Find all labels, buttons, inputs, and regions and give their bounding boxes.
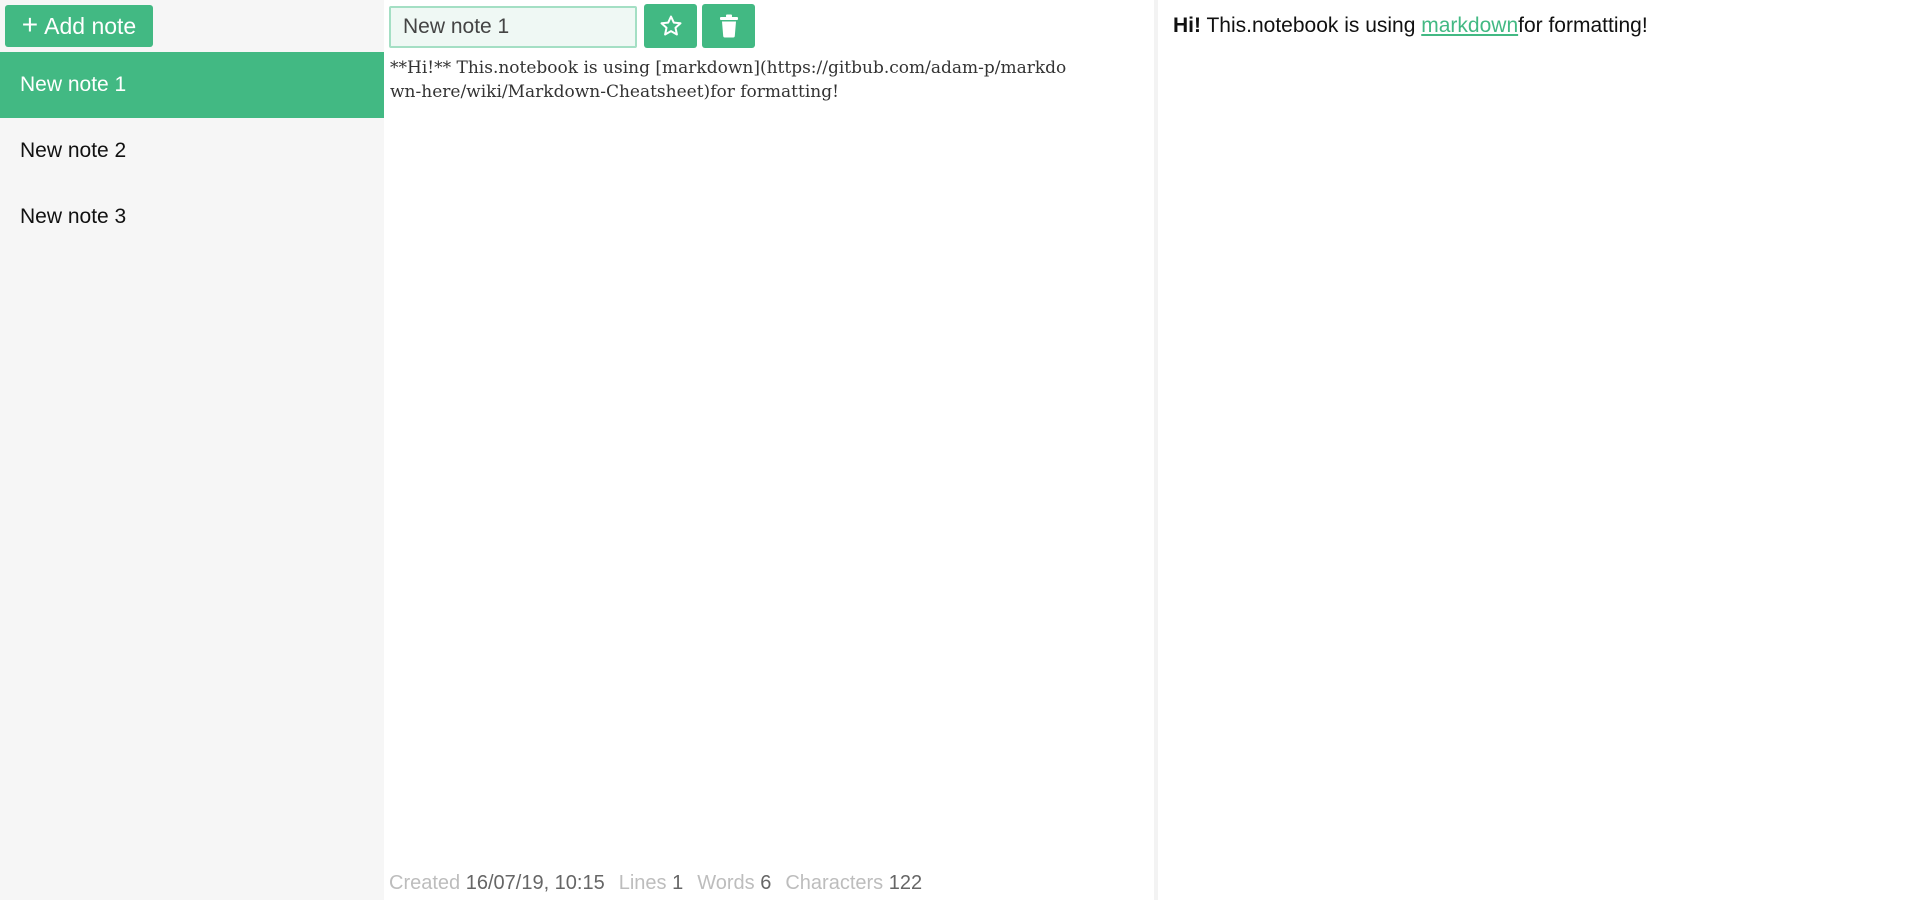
trash-icon — [719, 14, 738, 38]
star-outline-icon — [660, 15, 681, 36]
status-characters: Characters 122 — [785, 872, 922, 895]
notebook-app: + Add note New note 1 New note 2 New not… — [0, 0, 1917, 900]
plus-icon: + — [21, 8, 39, 40]
lines-label: Lines — [618, 872, 667, 894]
preview-bold-text: Hi! — [1173, 14, 1201, 37]
note-item-label: New note 2 — [20, 139, 127, 162]
preview-text-end: for formatting! — [1518, 14, 1648, 37]
delete-button[interactable] — [702, 4, 755, 48]
status-words: Words 6 — [697, 872, 771, 895]
add-note-label: Add note — [44, 12, 137, 39]
editor-pane: **Hi!** This.notebook is using [markdown… — [384, 0, 1154, 900]
markdown-link[interactable]: markdown — [1421, 14, 1518, 37]
status-created: Created 16/07/19, 10:15 — [389, 872, 605, 895]
note-item-label: New note 1 — [20, 73, 127, 96]
preview-text: This.notebook is using — [1201, 14, 1422, 37]
created-label: Created — [389, 872, 461, 894]
status-bar: Created 16/07/19, 10:15 Lines 1 Words 6 … — [389, 872, 922, 895]
note-item-label: New note 3 — [20, 205, 127, 228]
created-value: 16/07/19, 10:15 — [465, 872, 605, 894]
markdown-editor[interactable]: **Hi!** This.notebook is using [markdown… — [390, 56, 1080, 104]
sidebar: + Add note New note 1 New note 2 New not… — [0, 0, 384, 900]
characters-label: Characters — [785, 872, 884, 894]
note-list: New note 1 New note 2 New note 3 — [0, 52, 384, 250]
note-title-input[interactable] — [389, 6, 637, 48]
favorite-button[interactable] — [644, 4, 697, 48]
note-item-2[interactable]: New note 2 — [0, 118, 384, 184]
preview-pane: Hi! This.notebook is using markdownfor f… — [1158, 0, 1917, 900]
words-value: 6 — [760, 872, 772, 894]
add-note-button[interactable]: + Add note — [5, 5, 153, 47]
note-item-1[interactable]: New note 1 — [0, 52, 384, 118]
characters-value: 122 — [888, 872, 923, 894]
words-label: Words — [697, 872, 755, 894]
note-item-3[interactable]: New note 3 — [0, 184, 384, 250]
lines-value: 1 — [672, 872, 684, 894]
status-lines: Lines 1 — [619, 872, 684, 895]
